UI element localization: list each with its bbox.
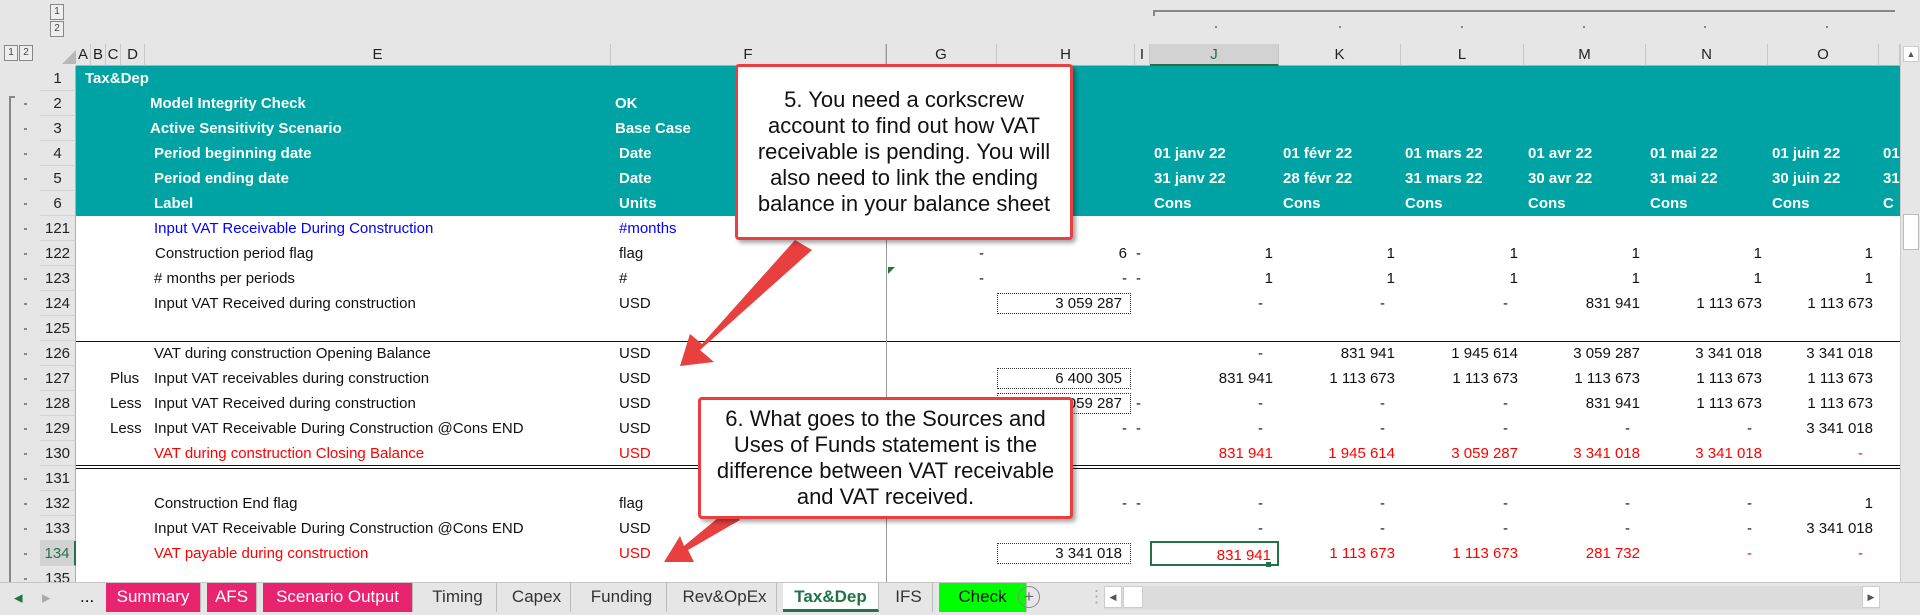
next-sheet-icon[interactable]: ▸ xyxy=(42,588,51,608)
prev-sheet-icon[interactable]: ◂ xyxy=(14,588,23,608)
tab-splitter-handle[interactable]: ⋮ xyxy=(1088,587,1105,607)
sheet-tab-scenario-output[interactable]: Scenario Output xyxy=(263,583,413,612)
sheet-tab-capex[interactable]: Capex xyxy=(503,583,571,612)
sheet-tab-tax-dep[interactable]: Tax&Dep xyxy=(783,583,879,612)
scroll-right-arrow-icon[interactable]: ▶ xyxy=(1862,586,1880,608)
callout-5-text: 5. You need a corkscrew account to find … xyxy=(757,87,1051,216)
callout-5: 5. You need a corkscrew account to find … xyxy=(735,64,1073,240)
sheet-tab-rev-opex[interactable]: Rev&OpEx xyxy=(673,583,777,612)
sheet-tab-afs[interactable]: AFS xyxy=(207,583,257,612)
sheet-tab-summary[interactable]: Summary xyxy=(106,583,201,612)
sheet-tab-ifs[interactable]: IFS xyxy=(885,583,933,612)
sheet-tab-funding[interactable]: Funding xyxy=(577,583,667,612)
callout-6: 6. What goes to the Sources and Uses of … xyxy=(698,397,1073,519)
sheet-tab-bar: ◂ ▸ ... Summary AFS Scenario Output Timing C… xyxy=(0,582,1920,615)
more-sheets-button[interactable]: ... xyxy=(80,587,94,607)
callout-6-text: 6. What goes to the Sources and Uses of … xyxy=(716,406,1055,509)
horizontal-scroll-thumb[interactable] xyxy=(1123,586,1143,608)
add-sheet-icon[interactable]: + xyxy=(1018,586,1040,608)
sheet-tab-check[interactable]: Check xyxy=(939,583,1027,612)
callout-5-arrow xyxy=(680,240,812,366)
horizontal-scrollbar[interactable]: ◀ ▶ xyxy=(1104,586,1880,610)
scroll-left-arrow-icon[interactable]: ◀ xyxy=(1104,586,1122,608)
sheet-tab-timing[interactable]: Timing xyxy=(419,583,497,612)
